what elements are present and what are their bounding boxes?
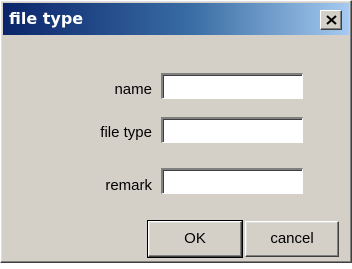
close-button[interactable] bbox=[320, 10, 342, 30]
close-icon bbox=[326, 15, 337, 25]
cancel-button[interactable]: cancel bbox=[245, 221, 339, 257]
remark-field[interactable] bbox=[161, 168, 303, 194]
ok-button[interactable]: OK bbox=[147, 220, 243, 258]
file-type-dialog: file type name file type remark OK cance… bbox=[0, 0, 352, 263]
name-label: name bbox=[114, 81, 152, 98]
remark-label: remark bbox=[105, 177, 152, 194]
name-field[interactable] bbox=[161, 73, 303, 99]
title-bar[interactable]: file type bbox=[3, 3, 349, 35]
file-type-field[interactable] bbox=[161, 117, 303, 143]
file-type-label: file type bbox=[100, 124, 152, 141]
window-title: file type bbox=[9, 9, 84, 28]
